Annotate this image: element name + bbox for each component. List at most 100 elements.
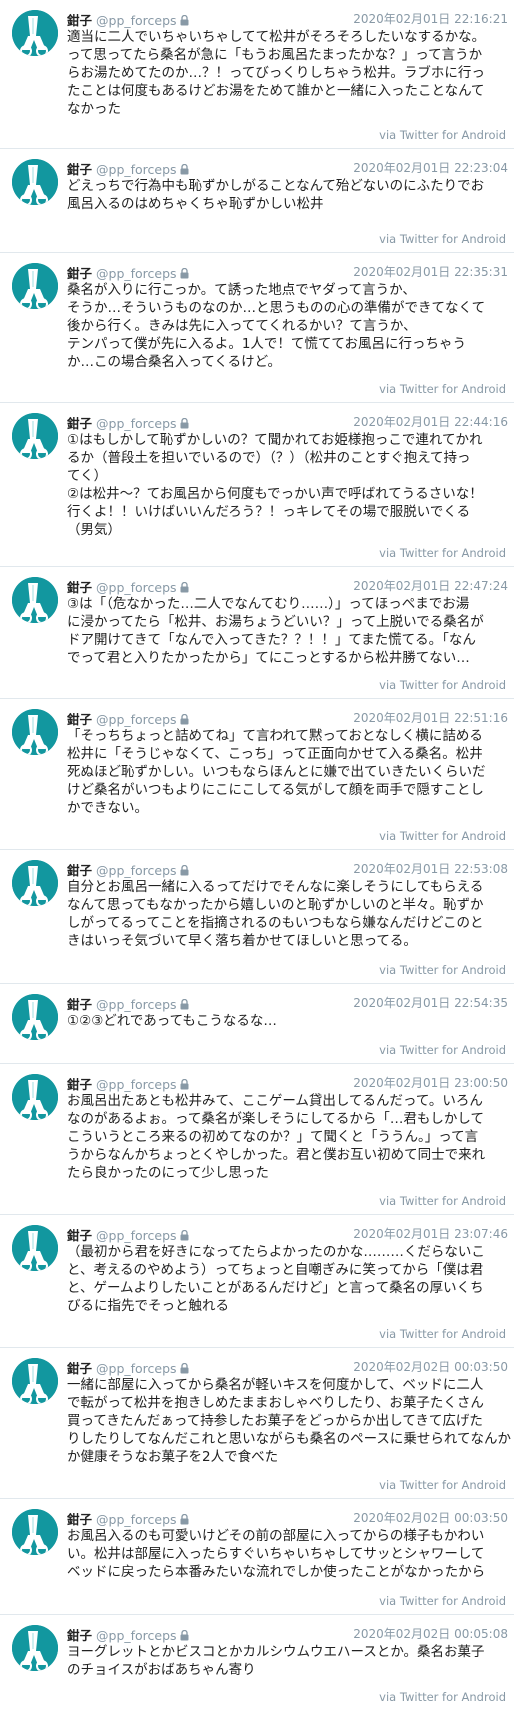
avatar[interactable] bbox=[12, 1358, 58, 1404]
forceps-avatar-icon bbox=[12, 1625, 58, 1671]
tweet-timestamp[interactable]: 2020年02月02日 00:03:50 bbox=[353, 1358, 508, 1375]
tweet-header: 鉗子 @pp_forceps 2020年02月01日 22:44:16 bbox=[67, 413, 508, 431]
user-name[interactable]: 鉗子 bbox=[67, 1077, 92, 1092]
tweet-card: 鉗子 @pp_forceps 2020年02月01日 22:35:31 桑名が入り… bbox=[0, 253, 514, 403]
tweet-card: 鉗子 @pp_forceps 2020年02月01日 22:47:24 ③は「（危… bbox=[0, 567, 514, 699]
tweet-timestamp[interactable]: 2020年02月01日 22:44:16 bbox=[353, 413, 508, 430]
forceps-avatar-icon bbox=[12, 709, 58, 755]
user-name[interactable]: 鉗子 bbox=[67, 1228, 92, 1243]
tweet-source[interactable]: via Twitter for Android bbox=[379, 1043, 506, 1057]
lock-icon bbox=[180, 15, 189, 26]
tweet-source[interactable]: via Twitter for Android bbox=[379, 1327, 506, 1341]
user-name[interactable]: 鉗子 bbox=[67, 997, 92, 1012]
avatar[interactable] bbox=[12, 994, 58, 1040]
tweet-card: 鉗子 @pp_forceps 2020年02月01日 22:16:21 適当に二人… bbox=[0, 0, 514, 149]
user-name[interactable]: 鉗子 bbox=[67, 1628, 92, 1643]
user-name[interactable]: 鉗子 bbox=[67, 1512, 92, 1527]
avatar[interactable] bbox=[12, 577, 58, 623]
tweet-source[interactable]: via Twitter for Android bbox=[379, 382, 506, 396]
avatar[interactable] bbox=[12, 1509, 58, 1555]
tweet-timestamp[interactable]: 2020年02月01日 22:35:31 bbox=[353, 263, 508, 280]
tweet-card: 鉗子 @pp_forceps 2020年02月01日 22:54:35 ①②③どれ… bbox=[0, 984, 514, 1064]
tweet-timestamp[interactable]: 2020年02月02日 00:05:08 bbox=[353, 1625, 508, 1642]
tweet-text: ヨーグレットとかビスコとかカルシウムウエハースとか。桑名お菓子 のチョイスがおば… bbox=[67, 1644, 485, 1678]
tweet-card: 鉗子 @pp_forceps 2020年02月02日 00:05:08 ヨーグレッ… bbox=[0, 1615, 514, 1710]
tweet-text: 一緒に部屋に入ってから桑名が軽いキスを何度かして、ベッドに二人 で転がって松井を… bbox=[67, 1377, 512, 1465]
avatar[interactable] bbox=[12, 860, 58, 906]
tweet-header: 鉗子 @pp_forceps 2020年02月01日 22:53:08 bbox=[67, 860, 508, 878]
tweet-timestamp[interactable]: 2020年02月01日 22:47:24 bbox=[353, 577, 508, 594]
tweet-source[interactable]: via Twitter for Android bbox=[379, 1478, 506, 1492]
tweet-source[interactable]: via Twitter for Android bbox=[379, 1594, 506, 1608]
tweet-card: 鉗子 @pp_forceps 2020年02月02日 00:03:50 お風呂入る… bbox=[0, 1499, 514, 1615]
user-name[interactable]: 鉗子 bbox=[67, 13, 92, 28]
tweet-text: お風呂出たあとも松井みて、ここゲーム貸出してるんだって。いろん なのがあるよぉ。… bbox=[67, 1093, 486, 1181]
tweet-source[interactable]: via Twitter for Android bbox=[379, 1194, 506, 1208]
tweet-source[interactable]: via Twitter for Android bbox=[379, 128, 506, 142]
tweet-timestamp[interactable]: 2020年02月01日 22:23:04 bbox=[353, 159, 508, 176]
avatar[interactable] bbox=[12, 1074, 58, 1120]
tweet-header: 鉗子 @pp_forceps 2020年02月01日 22:51:16 bbox=[67, 709, 508, 727]
user-handle[interactable]: @pp_forceps bbox=[96, 1228, 177, 1243]
tweet-header: 鉗子 @pp_forceps 2020年02月02日 00:03:50 bbox=[67, 1358, 508, 1376]
avatar[interactable] bbox=[12, 413, 58, 459]
tweet-timestamp[interactable]: 2020年02月01日 22:51:16 bbox=[353, 709, 508, 726]
tweet-source[interactable]: via Twitter for Android bbox=[379, 232, 506, 246]
user-handle[interactable]: @pp_forceps bbox=[96, 162, 177, 177]
user-handle[interactable]: @pp_forceps bbox=[96, 712, 177, 727]
tweet-source[interactable]: via Twitter for Android bbox=[379, 546, 506, 560]
tweet-source[interactable]: via Twitter for Android bbox=[379, 1690, 506, 1704]
user-name[interactable]: 鉗子 bbox=[67, 580, 92, 595]
tweet-source[interactable]: via Twitter for Android bbox=[379, 678, 506, 692]
user-handle[interactable]: @pp_forceps bbox=[96, 266, 177, 281]
forceps-avatar-icon bbox=[12, 413, 58, 459]
avatar[interactable] bbox=[12, 1225, 58, 1271]
tweet-header: 鉗子 @pp_forceps 2020年02月01日 22:47:24 bbox=[67, 577, 508, 595]
tweet-card: 鉗子 @pp_forceps 2020年02月01日 22:44:16 ①はもしか… bbox=[0, 403, 514, 567]
forceps-avatar-icon bbox=[12, 1074, 58, 1120]
avatar[interactable] bbox=[12, 1625, 58, 1671]
lock-icon bbox=[180, 1079, 189, 1090]
avatar[interactable] bbox=[12, 10, 58, 56]
user-name[interactable]: 鉗子 bbox=[67, 712, 92, 727]
avatar[interactable] bbox=[12, 263, 58, 309]
forceps-avatar-icon bbox=[12, 860, 58, 906]
user-handle[interactable]: @pp_forceps bbox=[96, 997, 177, 1012]
forceps-avatar-icon bbox=[12, 994, 58, 1040]
lock-icon bbox=[180, 1230, 189, 1241]
forceps-avatar-icon bbox=[12, 1225, 58, 1271]
tweet-timestamp[interactable]: 2020年02月01日 22:16:21 bbox=[353, 10, 508, 27]
tweet-timestamp[interactable]: 2020年02月01日 22:53:08 bbox=[353, 860, 508, 877]
forceps-avatar-icon bbox=[12, 577, 58, 623]
avatar[interactable] bbox=[12, 159, 58, 205]
tweet-header: 鉗子 @pp_forceps 2020年02月02日 00:03:50 bbox=[67, 1509, 508, 1527]
tweet-timestamp[interactable]: 2020年02月01日 23:00:50 bbox=[353, 1074, 508, 1091]
tweet-card: 鉗子 @pp_forceps 2020年02月01日 22:51:16 「そっちち… bbox=[0, 699, 514, 850]
tweet-card: 鉗子 @pp_forceps 2020年02月02日 00:03:50 一緒に部屋… bbox=[0, 1348, 514, 1499]
lock-icon bbox=[180, 714, 189, 725]
tweet-header: 鉗子 @pp_forceps 2020年02月02日 00:05:08 bbox=[67, 1625, 508, 1643]
tweet-text: お風呂入るのも可愛いけどその前の部屋に入ってからの様子もかわい い。松井は部屋に… bbox=[67, 1528, 486, 1580]
user-handle[interactable]: @pp_forceps bbox=[96, 13, 177, 28]
tweet-timestamp[interactable]: 2020年02月02日 00:03:50 bbox=[353, 1509, 508, 1526]
user-name[interactable]: 鉗子 bbox=[67, 416, 92, 431]
user-handle[interactable]: @pp_forceps bbox=[96, 1077, 177, 1092]
tweet-timestamp[interactable]: 2020年02月01日 22:54:35 bbox=[353, 994, 508, 1011]
user-handle[interactable]: @pp_forceps bbox=[96, 863, 177, 878]
user-handle[interactable]: @pp_forceps bbox=[96, 416, 177, 431]
user-handle[interactable]: @pp_forceps bbox=[96, 580, 177, 595]
user-handle[interactable]: @pp_forceps bbox=[96, 1628, 177, 1643]
tweet-card: 鉗子 @pp_forceps 2020年02月01日 22:23:04 どえっちで… bbox=[0, 149, 514, 253]
user-handle[interactable]: @pp_forceps bbox=[96, 1361, 177, 1376]
tweet-text: ①②③どれであってもこうなるな… bbox=[67, 1013, 277, 1029]
user-name[interactable]: 鉗子 bbox=[67, 266, 92, 281]
user-handle[interactable]: @pp_forceps bbox=[96, 1512, 177, 1527]
user-name[interactable]: 鉗子 bbox=[67, 162, 92, 177]
tweet-timestamp[interactable]: 2020年02月01日 23:07:46 bbox=[353, 1225, 508, 1242]
avatar[interactable] bbox=[12, 709, 58, 755]
tweet-card: 鉗子 @pp_forceps 2020年02月01日 22:53:08 自分とお風… bbox=[0, 850, 514, 984]
tweet-source[interactable]: via Twitter for Android bbox=[379, 963, 506, 977]
tweet-source[interactable]: via Twitter for Android bbox=[379, 829, 506, 843]
user-name[interactable]: 鉗子 bbox=[67, 1361, 92, 1376]
user-name[interactable]: 鉗子 bbox=[67, 863, 92, 878]
